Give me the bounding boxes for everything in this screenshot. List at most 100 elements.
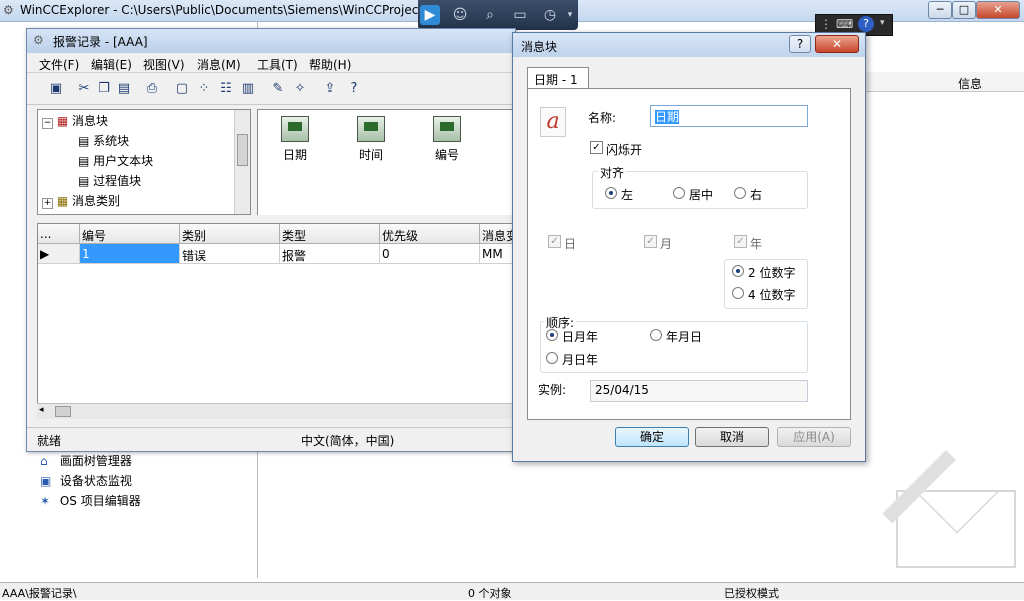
tree-node-label: 消息类别	[72, 194, 121, 208]
block-icon-label: 编号	[434, 148, 459, 162]
block-icon-number[interactable]: 编号	[420, 116, 474, 163]
grid-header-priority[interactable]: 优先级	[380, 224, 480, 244]
grid-header-type[interactable]: 类型	[280, 224, 380, 244]
tree-node-user-text-blocks[interactable]: ▤ 用户文本块	[78, 152, 153, 169]
dropdown-icon[interactable]: ▾	[880, 18, 885, 28]
table-cell[interactable]: 0	[380, 244, 480, 264]
save-icon[interactable]: ▣	[47, 80, 65, 98]
grid-header-rownum[interactable]: ...	[38, 224, 80, 244]
tree-scrollbar[interactable]	[234, 110, 250, 214]
menu-edit[interactable]: 编辑(E)	[91, 56, 132, 73]
four-digit-label: 4 位数字	[748, 288, 796, 302]
alarm-window-title-bar[interactable]: ⚙ 报警记录 - [AAA]	[27, 29, 515, 53]
dropdown-icon[interactable]: ▾	[564, 5, 576, 25]
dialog-close-button[interactable]: ✕	[815, 35, 859, 53]
paste-icon[interactable]: ▤	[115, 80, 133, 98]
help-icon[interactable]: ?	[858, 16, 874, 32]
expand-icon[interactable]: +	[42, 198, 53, 209]
cancel-button[interactable]: 取消	[695, 427, 769, 447]
order-mdy-radio[interactable]	[546, 352, 558, 364]
tree-node-process-value-blocks[interactable]: ▤ 过程值块	[78, 172, 141, 189]
align-right-label: 右	[750, 188, 763, 202]
close-button[interactable]: ✕	[976, 1, 1020, 19]
table-cell[interactable]: 报警	[280, 244, 380, 264]
screen-icon[interactable]: ▭	[510, 5, 530, 25]
scrollbar-thumb[interactable]	[55, 406, 71, 417]
wizard-icon[interactable]: ✧	[291, 80, 309, 98]
scroll-left-icon[interactable]: ◂	[39, 405, 44, 415]
print-icon[interactable]: ⎙	[143, 80, 161, 98]
example-field: 25/04/15	[590, 380, 808, 402]
order-mdy-label: 月日年	[562, 353, 599, 367]
grid-horizontal-scrollbar[interactable]: ◂	[37, 403, 515, 419]
table-cell[interactable]: 错误	[180, 244, 280, 264]
grid-header-message-tag[interactable]: 消息变	[480, 224, 516, 244]
menu-tools[interactable]: 工具(T)	[257, 56, 298, 73]
align-right-radio[interactable]	[734, 187, 746, 199]
block-icon-time[interactable]: 时间	[344, 116, 398, 163]
tree-node-message-classes[interactable]: + ▦ 消息类别	[42, 192, 120, 209]
menu-view[interactable]: 视图(V)	[143, 56, 185, 73]
tree-node-message-blocks[interactable]: − ▦ 消息块	[42, 112, 108, 129]
help-icon[interactable]: ?	[345, 80, 363, 98]
dialog-help-button[interactable]: ?	[789, 35, 811, 53]
day-checkbox[interactable]: ✓	[548, 235, 561, 248]
details-icon[interactable]: ▥	[239, 80, 257, 98]
month-checkbox[interactable]: ✓	[644, 235, 657, 248]
small-icons-icon[interactable]: ⁘	[195, 80, 213, 98]
table-cell[interactable]: MM	[480, 244, 516, 264]
nav-item-screen-tree[interactable]: ⌂ 画面树管理器	[40, 452, 132, 469]
keyboard-icon[interactable]: ⌨	[836, 17, 853, 31]
name-field[interactable]: 日期	[650, 105, 808, 127]
collapse-icon[interactable]: −	[42, 118, 53, 129]
grip-icon[interactable]: ⋮	[820, 17, 832, 31]
clock-icon[interactable]: ◷	[540, 5, 560, 25]
align-center-radio[interactable]	[673, 187, 685, 199]
year-checkbox[interactable]: ✓	[734, 235, 747, 248]
search-icon[interactable]: ⌕	[480, 5, 500, 25]
two-digit-radio[interactable]	[732, 265, 744, 277]
menu-file[interactable]: 文件(F)	[39, 56, 79, 73]
menu-help[interactable]: 帮助(H)	[309, 56, 351, 73]
copy-icon[interactable]: ❐	[95, 80, 113, 98]
minimize-button[interactable]: ─	[928, 1, 952, 19]
nav-item-os-project-editor[interactable]: ✶ OS 项目编辑器	[40, 492, 141, 509]
block-icon-date[interactable]: 日期	[268, 116, 322, 163]
four-digit-radio[interactable]	[732, 287, 744, 299]
apply-button[interactable]: 应用(A)	[777, 427, 851, 447]
grid-header-class[interactable]: 类别	[180, 224, 280, 244]
blink-label: 闪烁开	[606, 143, 643, 157]
nav-item-label: OS 项目编辑器	[59, 494, 141, 508]
blink-checkbox[interactable]: ✓	[590, 141, 603, 154]
cut-icon[interactable]: ✂	[75, 80, 93, 98]
computer-icon	[357, 116, 385, 142]
large-icons-icon[interactable]: ▢	[173, 80, 191, 98]
status-language: 中文(简体，中国)	[301, 434, 395, 448]
grid-header-number[interactable]: 编号	[80, 224, 180, 244]
dialog-title-bar[interactable]: 消息块 ? ✕	[513, 33, 865, 57]
order-dmy-radio[interactable]	[546, 329, 558, 341]
block-icon-label: 日期	[282, 148, 307, 162]
user-icon[interactable]: ☺	[450, 5, 470, 25]
table-cell[interactable]: 1	[80, 244, 180, 264]
scrollbar-thumb[interactable]	[237, 134, 248, 166]
properties-icon[interactable]: ✎	[269, 80, 287, 98]
tree-node-label: 用户文本块	[93, 154, 154, 168]
order-ymd-radio[interactable]	[650, 329, 662, 341]
select-icon[interactable]: ⇪	[321, 80, 339, 98]
tab-date-1[interactable]: 日期 - 1	[527, 67, 589, 89]
align-left-radio[interactable]	[605, 187, 617, 199]
play-icon[interactable]: ▶	[420, 5, 440, 25]
menu-message[interactable]: 消息(M)	[197, 56, 241, 73]
remote-control-toolbar: ▶ ☺ ⌕ ▭ ◷ ▾	[418, 0, 578, 30]
row-selector[interactable]: ▶	[38, 244, 80, 264]
tree-node-system-blocks[interactable]: ▤ 系统块	[78, 132, 129, 149]
nav-item-device-status[interactable]: ▣ 设备状态监视	[40, 472, 132, 489]
maximize-button[interactable]: □	[952, 1, 976, 19]
ok-button[interactable]: 确定	[615, 427, 689, 447]
list-icon[interactable]: ☷	[217, 80, 235, 98]
column-header-info[interactable]: 信息	[958, 75, 982, 92]
order-ymd-label: 年月日	[666, 330, 703, 344]
current-row-icon: ▶	[40, 247, 50, 261]
toolbar: ▣ ✂ ❐ ▤ ⎙ ▢ ⁘ ☷ ▥ ✎ ✧ ⇪ ?	[27, 75, 515, 105]
